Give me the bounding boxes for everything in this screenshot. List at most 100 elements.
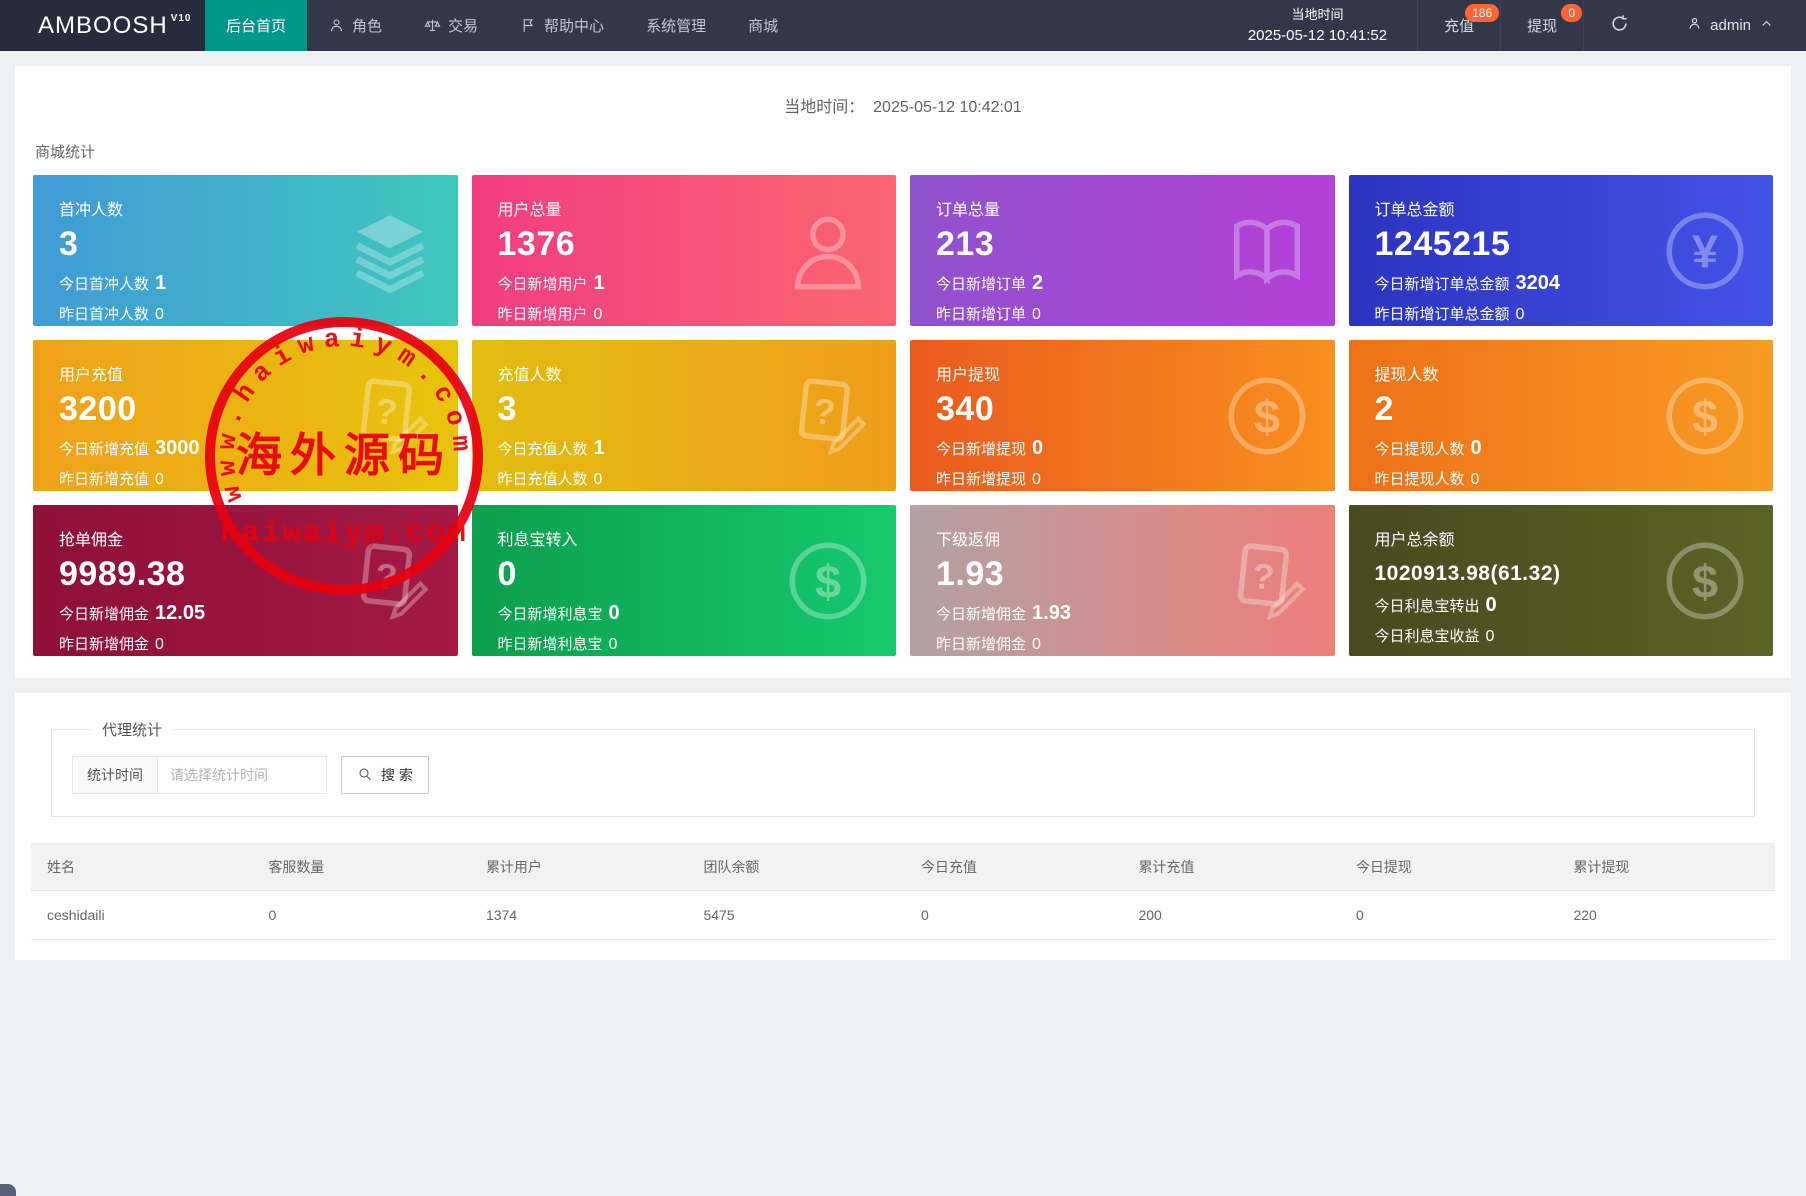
agent-panel: 代理统计 统计时间 搜 索 姓名客服数量累计用户团队余额今日充值累计充值今日提现… (15, 693, 1791, 960)
stat-card: 提现人数 2 今日提现人数 0 昨日提现人数 0 $ (1348, 340, 1773, 491)
menu-item-6[interactable]: 商城 (727, 0, 799, 51)
menu-item-label: 系统管理 (646, 18, 707, 35)
agent-fieldset: 代理统计 统计时间 搜 索 (51, 719, 1755, 817)
svg-text:¥: ¥ (1692, 225, 1718, 277)
table-cell: 5475 (687, 890, 905, 940)
yen-icon: ¥ (1661, 207, 1749, 295)
stat-card-line-yesterday: 昨日新增佣金 0 (936, 636, 1041, 653)
flag-icon (520, 17, 537, 34)
dollar-icon: $ (1223, 372, 1311, 460)
table-header-cell: 团队余额 (687, 843, 905, 891)
section-title: 商城统计 (35, 144, 96, 161)
app-logo-version: V10 (170, 13, 192, 24)
dollar-icon: $ (1661, 537, 1749, 625)
menu-item-2[interactable]: 角色 (307, 0, 403, 51)
stat-card: 首冲人数 3 今日首冲人数 1 昨日首冲人数 0 (33, 175, 458, 326)
withdraw-link[interactable]: 提现 0 (1500, 0, 1583, 51)
dollar-icon: $ (784, 537, 872, 625)
stat-time-input[interactable] (157, 756, 327, 794)
table-row: ceshidaili 0 1374 5475 0 200 0 220 (31, 890, 1775, 940)
corner-widget[interactable] (0, 1184, 16, 1196)
stat-card-line-yesterday: 昨日提现人数 0 (1374, 471, 1480, 488)
chevron-up-icon (1759, 16, 1774, 35)
stat-card: 抢单佣金 9989.38 今日新增佣金 12.05 昨日新增佣金 0? (33, 505, 458, 656)
page-time-label: 当地时间： (784, 99, 865, 116)
table-body: ceshidaili 0 1374 5475 0 200 0 220 (31, 890, 1775, 940)
page: AMBOOSH V10 后台首页 角色 交易 帮助中心 系统管理 商城 当地时间 2025-… (0, 0, 1806, 1196)
table-header-cell: 客服数量 (252, 843, 470, 891)
agent-legend: 代理统计 (102, 722, 163, 739)
local-time-block: 当地时间 2025-05-12 10:41:52 (1218, 0, 1417, 51)
app-logo-text: AMBOOSH (38, 11, 168, 39)
stat-card: 充值人数 3 今日充值人数 1 昨日充值人数 0? (471, 340, 896, 491)
menu-item-label: 后台首页 (226, 18, 287, 35)
search-icon (357, 766, 373, 785)
stat-card-line-yesterday: 今日利息宝收益 0 (1374, 628, 1495, 645)
menu-item-3[interactable]: 交易 (403, 0, 499, 51)
search-button[interactable]: 搜 索 (341, 756, 429, 794)
stat-card: 下级返佣 1.93 今日新增佣金 1.93 昨日新增佣金 0? (910, 505, 1335, 656)
doc-icon: ? (784, 372, 872, 460)
recharge-badge: 186 (1465, 4, 1500, 22)
stat-card: 用户总余额 1020913.98(61.32) 今日利息宝转出 0 今日利息宝收益 0 $ (1348, 505, 1773, 656)
app-logo[interactable]: AMBOOSH V10 (0, 0, 205, 51)
stat-card-line-yesterday: 昨日新增提现 0 (936, 471, 1041, 488)
stat-card: 利息宝转入 0 今日新增利息宝 0 昨日新增利息宝 0 $ (471, 505, 896, 656)
filter-label: 统计时间 (72, 756, 158, 794)
menu-item-1[interactable]: 后台首页 (205, 0, 308, 51)
svg-text:$: $ (1692, 390, 1718, 442)
withdraw-badge: 0 (1561, 4, 1583, 22)
stat-card-line-yesterday: 昨日新增佣金 0 (59, 636, 164, 653)
stat-card: 订单总金额 1245215 今日新增订单总金额 3204 昨日新增订单总金额 0 ¥ (1348, 175, 1773, 326)
menu-item-4[interactable]: 帮助中心 (499, 0, 625, 51)
table-cell: 0 (1339, 890, 1558, 940)
admin-menu[interactable]: admin (1655, 0, 1806, 51)
svg-text:?: ? (811, 390, 837, 432)
stat-card-line-yesterday: 昨日新增订单 0 (936, 306, 1041, 323)
doc-icon: ? (1223, 537, 1311, 625)
local-time-value: 2025-05-12 10:41:52 (1247, 26, 1388, 44)
agent-table: 姓名 客服数量 累计用户 团队余额 今日充值 累计充值 今日提现 累计提现 ceshidail… (31, 843, 1775, 940)
stat-card-line-yesterday: 昨日新增订单总金额 0 (1374, 306, 1525, 323)
menu-item-label: 角色 (352, 18, 383, 35)
svg-text:?: ? (373, 390, 399, 432)
user-icon (784, 207, 872, 295)
book-icon (1223, 207, 1311, 295)
main-menu: 后台首页 角色 交易 帮助中心 系统管理 商城 (205, 0, 799, 51)
table-cell: 220 (1557, 890, 1775, 940)
menu-item-label: 交易 (448, 18, 479, 35)
stat-card-line-yesterday: 昨日新增用户 0 (497, 306, 603, 323)
dollar-icon: $ (1661, 372, 1749, 460)
stats-panel: 当地时间： 2025-05-12 10:42:01 商城统计 首冲人数 3 今日首冲… (15, 66, 1791, 678)
table-header-row: 姓名 客服数量 累计用户 团队余额 今日充值 累计充值 今日提现 累计提现 (31, 843, 1775, 891)
stat-card-line-yesterday: 昨日充值人数 0 (497, 471, 603, 488)
table-header-cell: 姓名 (31, 843, 253, 891)
svg-text:?: ? (373, 555, 399, 597)
stat-card: 用户充值 3200 今日新增充值 3000 昨日新增充值 0? (33, 340, 458, 491)
refresh-icon (1610, 14, 1629, 37)
table-cell: 0 (252, 890, 470, 940)
table-header-cell: 累计提现 (1557, 843, 1775, 891)
stat-card: 用户总量 1376 今日新增用户 1 昨日新增用户 0 (471, 175, 896, 326)
table-header-cell: 累计充值 (1122, 843, 1340, 891)
top-navbar: AMBOOSH V10 后台首页 角色 交易 帮助中心 系统管理 商城 当地时间 2025-… (0, 0, 1806, 51)
svg-text:$: $ (1692, 555, 1718, 607)
doc-icon: ? (346, 372, 434, 460)
svg-text:?: ? (1250, 555, 1276, 597)
stat-card-line-yesterday: 昨日新增充值 0 (59, 471, 164, 488)
page-time-line: 当地时间： 2025-05-12 10:42:01 (15, 66, 1791, 117)
search-button-label: 搜 索 (381, 767, 413, 783)
svg-text:$: $ (815, 555, 841, 607)
withdraw-label: 提现 (1527, 18, 1558, 35)
table-cell: 0 (904, 890, 1123, 940)
recharge-link[interactable]: 充值 186 (1417, 0, 1500, 51)
layers-icon (346, 207, 434, 295)
table-header-cell: 今日充值 (904, 843, 1123, 891)
navbar-right: 当地时间 2025-05-12 10:41:52 充值 186 提现 0 adm… (1218, 0, 1806, 51)
table-cell: 200 (1122, 890, 1340, 940)
menu-item-label: 商城 (748, 18, 779, 35)
doc-icon: ? (346, 537, 434, 625)
refresh-button[interactable] (1583, 0, 1655, 51)
table-header-cell: 今日提现 (1339, 843, 1558, 891)
menu-item-5[interactable]: 系统管理 (625, 0, 727, 51)
